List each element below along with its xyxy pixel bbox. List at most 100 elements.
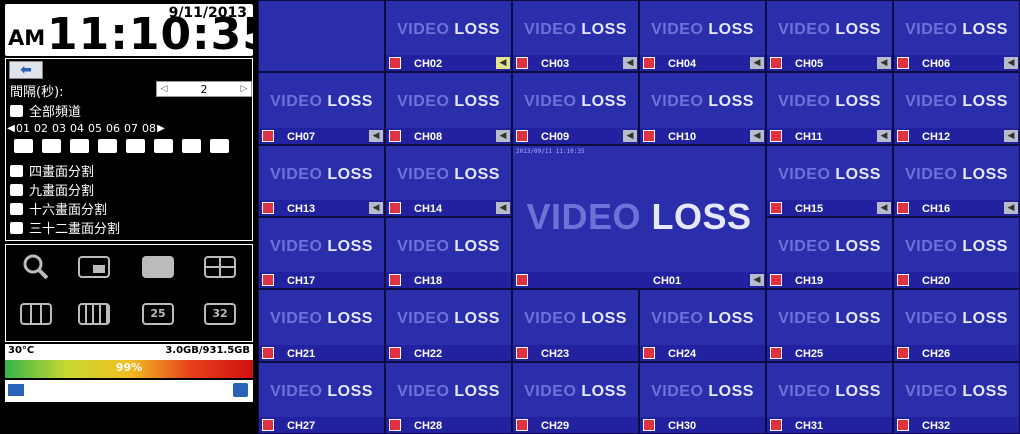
camera-tile[interactable]: VIDEO LOSS CH30 — [639, 361, 766, 434]
camera-tile[interactable]: VIDEO LOSS CH19 — [766, 217, 893, 290]
checkbox[interactable] — [10, 221, 23, 234]
speaker-icon[interactable]: ◀ — [496, 57, 510, 70]
channel-checkbox[interactable] — [210, 139, 229, 153]
next-icon[interactable]: ▶ — [156, 123, 166, 134]
option-nine[interactable]: 九畫面分割 — [10, 180, 94, 199]
interval-spinner[interactable]: ◁ 2 ▷ — [156, 81, 252, 97]
increment-icon[interactable]: ▷ — [237, 84, 251, 94]
camera-tile[interactable]: VIDEO LOSS CH10 ◀ — [639, 72, 766, 145]
speaker-icon[interactable]: ◀ — [496, 129, 510, 142]
camera-tile[interactable]: VIDEO LOSS CH05 ◀ — [766, 0, 893, 73]
tile-status-bar — [894, 55, 1019, 72]
camera-tile[interactable]: VIDEO LOSS CH06 ◀ — [893, 0, 1020, 73]
camera-tile[interactable]: VIDEO LOSS CH20 — [893, 217, 1020, 290]
search-icon[interactable] — [18, 253, 54, 281]
camera-tile[interactable]: VIDEO LOSS CH11 ◀ — [766, 72, 893, 145]
single-layout-icon[interactable] — [140, 253, 176, 281]
speaker-icon[interactable]: ◀ — [623, 129, 637, 142]
channel-checkbox[interactable] — [154, 139, 173, 153]
camera-tile[interactable]: VIDEO LOSS CH15 ◀ — [766, 144, 893, 217]
speaker-icon[interactable]: ◀ — [496, 201, 510, 214]
back-button[interactable]: ⬅ — [9, 61, 43, 79]
channel-label: CH11 — [795, 130, 823, 143]
channel-checkbox[interactable] — [182, 139, 201, 153]
speaker-icon[interactable]: ◀ — [369, 201, 383, 214]
camera-tile[interactable]: VIDEO LOSS CH13 ◀ — [258, 144, 385, 217]
camera-tile[interactable]: VIDEO LOSS CH07 ◀ — [258, 72, 385, 145]
channel-label: CH26 — [922, 347, 951, 360]
speaker-icon[interactable]: ◀ — [369, 129, 383, 142]
thirtytwo-layout-icon[interactable]: 32 — [202, 300, 238, 328]
camera-tile[interactable]: VIDEO LOSS CH18 — [385, 217, 512, 290]
speaker-icon[interactable]: ◀ — [1004, 129, 1018, 142]
channel-number: 03 — [52, 122, 66, 135]
camera-tile[interactable]: VIDEO LOSS CH22 — [385, 289, 512, 362]
option-thirtytwo[interactable]: 三十二畫面分割 — [10, 218, 120, 237]
menu-icon[interactable] — [8, 384, 24, 396]
checkbox[interactable] — [10, 164, 23, 177]
channel-checkbox[interactable] — [14, 139, 33, 153]
camera-tile[interactable]: VIDEO LOSS CH25 — [766, 289, 893, 362]
user-icon[interactable] — [233, 383, 248, 397]
tile-status-bar — [513, 344, 638, 361]
decrement-icon[interactable]: ◁ — [157, 84, 171, 94]
speaker-icon[interactable]: ◀ — [877, 57, 891, 70]
checkbox[interactable] — [10, 202, 23, 215]
video-loss-word: LOSS — [835, 21, 881, 38]
record-icon — [516, 346, 528, 359]
camera-tile-main[interactable]: 2013/09/11 11:10:35 VIDEO LOSS CH01 ◀ — [512, 144, 766, 290]
camera-tile[interactable]: VIDEO LOSS CH14 ◀ — [385, 144, 512, 217]
video-loss-word: LOSS — [708, 93, 754, 111]
video-loss-label: VIDEO LOSS — [640, 310, 765, 328]
camera-tile[interactable]: VIDEO LOSS CH28 — [385, 361, 512, 434]
speaker-icon[interactable]: ◀ — [750, 274, 764, 287]
camera-tile[interactable]: VIDEO LOSS CH32 — [893, 361, 1020, 434]
speaker-icon[interactable]: ◀ — [1004, 57, 1018, 70]
video-loss-label: VIDEO LOSS — [386, 166, 511, 184]
speaker-icon[interactable]: ◀ — [750, 57, 764, 70]
quad-layout-icon[interactable] — [202, 253, 238, 281]
speaker-icon[interactable]: ◀ — [623, 57, 637, 70]
channel-checkbox[interactable] — [42, 139, 61, 153]
tile-status-bar — [894, 416, 1019, 433]
checkbox[interactable] — [10, 183, 23, 196]
option-sixteen[interactable]: 十六畫面分割 — [10, 199, 107, 218]
camera-tile[interactable]: VIDEO LOSS CH24 — [639, 289, 766, 362]
camera-tile[interactable]: VIDEO LOSS CH26 — [893, 289, 1020, 362]
camera-tile[interactable]: VIDEO LOSS CH17 — [258, 217, 385, 290]
camera-tile[interactable]: VIDEO LOSS CH09 ◀ — [512, 72, 639, 145]
channel-checkbox[interactable] — [126, 139, 145, 153]
checkbox[interactable] — [10, 104, 23, 117]
camera-tile[interactable]: VIDEO LOSS CH03 ◀ — [512, 0, 639, 73]
option-all-channels[interactable]: 全部頻道 — [10, 101, 81, 120]
sixteen-layout-icon[interactable] — [76, 300, 112, 328]
camera-tile[interactable]: VIDEO LOSS CH02 ◀ — [385, 0, 512, 73]
prev-icon[interactable]: ◀ — [6, 123, 16, 134]
camera-tile[interactable]: VIDEO LOSS CH27 — [258, 361, 385, 434]
speaker-icon[interactable]: ◀ — [877, 201, 891, 214]
camera-tile[interactable]: VIDEO LOSS CH29 — [512, 361, 639, 434]
speaker-icon[interactable]: ◀ — [750, 129, 764, 142]
option-quad[interactable]: 四畫面分割 — [10, 161, 94, 180]
camera-tile[interactable]: VIDEO LOSS CH23 — [512, 289, 639, 362]
tile-status-bar — [259, 272, 384, 289]
channel-checkbox[interactable] — [70, 139, 89, 153]
video-loss-word: VIDEO — [397, 238, 450, 255]
record-icon — [770, 201, 782, 214]
camera-tile[interactable]: VIDEO LOSS CH31 — [766, 361, 893, 434]
twentyfive-layout-icon[interactable]: 25 — [140, 300, 176, 328]
channel-number: 07 — [124, 122, 138, 135]
video-loss-word: VIDEO — [526, 195, 641, 237]
speaker-icon[interactable]: ◀ — [1004, 201, 1018, 214]
camera-tile[interactable]: VIDEO LOSS CH08 ◀ — [385, 72, 512, 145]
speaker-icon[interactable]: ◀ — [877, 129, 891, 142]
camera-tile[interactable]: VIDEO LOSS CH21 — [258, 289, 385, 362]
video-loss-word: LOSS — [581, 310, 627, 328]
camera-tile[interactable]: VIDEO LOSS CH04 ◀ — [639, 0, 766, 73]
nine-layout-icon[interactable] — [18, 300, 54, 328]
video-loss-label: VIDEO LOSS — [640, 93, 765, 111]
pip-layout-icon[interactable] — [76, 253, 112, 281]
channel-checkbox[interactable] — [98, 139, 117, 153]
camera-tile[interactable]: VIDEO LOSS CH16 ◀ — [893, 144, 1020, 217]
camera-tile[interactable]: VIDEO LOSS CH12 ◀ — [893, 72, 1020, 145]
